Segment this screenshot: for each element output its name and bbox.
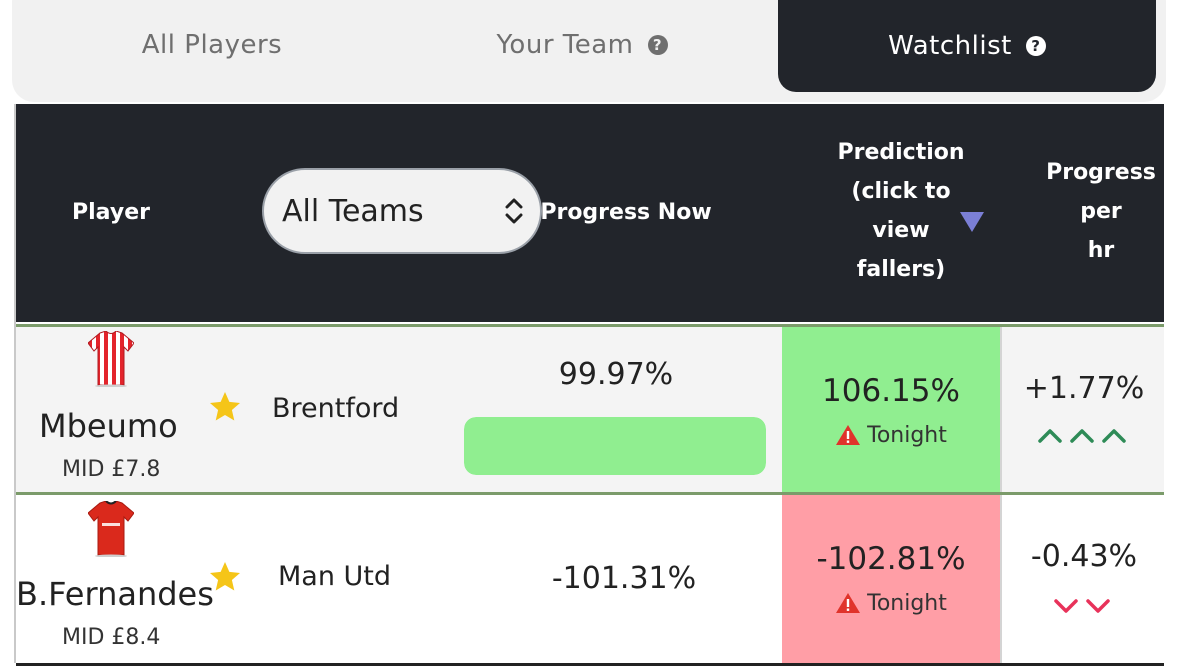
player-name[interactable]: Mbeumo — [39, 407, 178, 445]
tab-bar: All Players Your Team ? Watchlist ? — [12, 0, 1166, 102]
help-icon[interactable]: ? — [1025, 36, 1046, 56]
table-row[interactable]: Mbeumo MID £7.8 Brentford 99.97% 106.15%… — [16, 324, 1164, 495]
tab-your-team[interactable]: Your Team ? — [392, 0, 772, 92]
prediction-value: 106.15% — [822, 373, 960, 409]
help-icon[interactable]: ? — [647, 35, 668, 55]
column-divider — [1000, 327, 1002, 495]
column-divider — [1000, 495, 1002, 663]
prediction-timing: Tonight — [782, 591, 1000, 616]
brentford-kit-icon — [88, 331, 134, 387]
trend-down-icon — [1054, 599, 1110, 613]
progress-bar — [464, 417, 766, 475]
progress-bar-fill — [464, 417, 766, 475]
prediction-cell: 106.15% Tonight — [782, 327, 1000, 495]
man-utd-kit-icon — [88, 501, 134, 557]
column-header-progress-per-hr: Progress per hr — [1046, 160, 1156, 263]
tab-watchlist[interactable]: Watchlist ? — [778, 0, 1156, 92]
tab-label: All Players — [141, 30, 283, 60]
warning-icon — [836, 425, 861, 445]
prediction-timing: Tonight — [782, 423, 1000, 448]
column-header-prediction[interactable]: Prediction (click to view fallers) — [806, 133, 996, 289]
tab-all-players[interactable]: All Players — [12, 0, 412, 92]
player-position-price: MID £7.8 — [62, 457, 161, 482]
progress-now-value: -101.31% — [551, 561, 697, 596]
chevron-up-down-icon — [505, 198, 523, 224]
sort-desc-icon[interactable] — [960, 212, 984, 232]
column-header-player: Player — [72, 200, 150, 225]
team-name: Brentford — [272, 393, 400, 424]
column-header-progress-now: Progress Now — [540, 200, 712, 225]
team-filter-value: All Teams — [282, 193, 424, 229]
trend-up-icon — [1038, 429, 1126, 443]
player-position-price: MID £8.4 — [62, 625, 161, 650]
progress-now-value: 99.97% — [558, 357, 674, 392]
tab-label: Your Team — [496, 30, 634, 60]
table-header: Player All Teams Progress Now Prediction… — [16, 104, 1164, 322]
progress-per-hr-value: +1.77% — [1023, 371, 1145, 406]
tab-label: Watchlist — [888, 31, 1012, 61]
prediction-value: -102.81% — [816, 541, 966, 577]
star-icon[interactable] — [206, 559, 244, 595]
table-row[interactable]: B.Fernandes MID £8.4 Man Utd -101.31% -1… — [16, 492, 1164, 666]
star-icon[interactable] — [206, 389, 244, 425]
warning-icon — [836, 593, 861, 613]
team-name: Man Utd — [278, 561, 392, 592]
prediction-cell: -102.81% Tonight — [782, 495, 1000, 663]
player-name[interactable]: B.Fernandes — [16, 575, 214, 613]
watchlist-table: Player All Teams Progress Now Prediction… — [14, 104, 1164, 666]
progress-per-hr-value: -0.43% — [1030, 539, 1138, 574]
team-filter-select[interactable]: All Teams — [262, 168, 542, 254]
